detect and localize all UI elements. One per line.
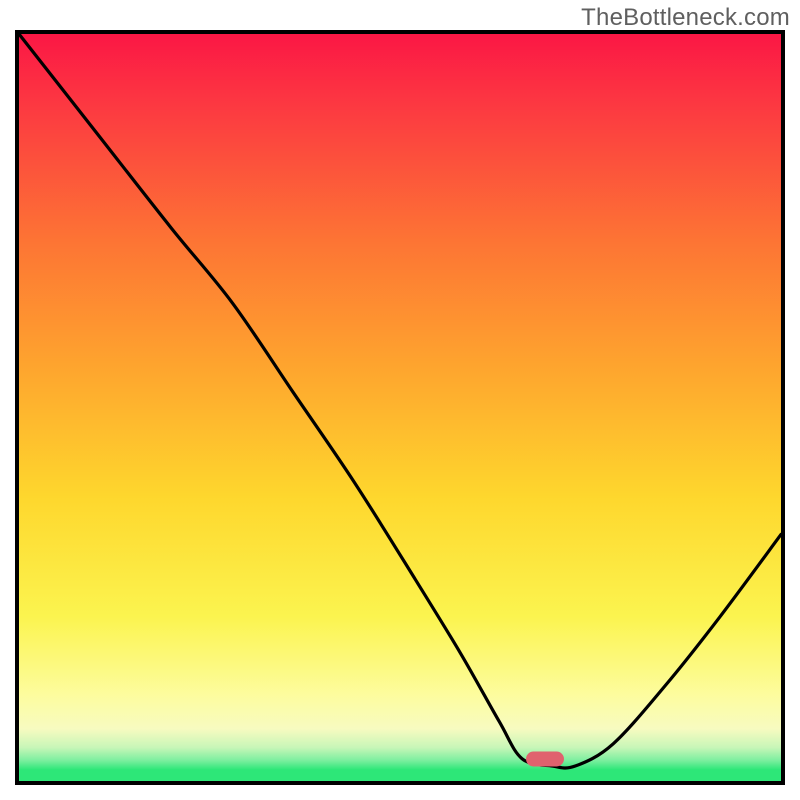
plot-area bbox=[15, 30, 785, 785]
watermark-text: TheBottleneck.com bbox=[581, 4, 790, 32]
bottleneck-curve bbox=[19, 34, 781, 781]
chart-frame: TheBottleneck.com bbox=[0, 0, 800, 800]
optimal-marker bbox=[526, 751, 564, 766]
